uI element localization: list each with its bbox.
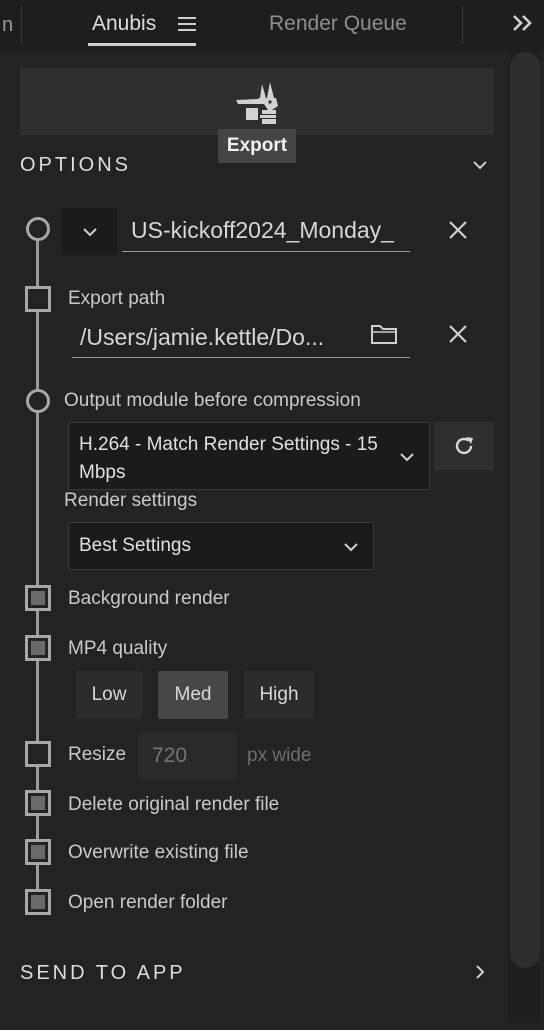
folder-icon[interactable] (370, 322, 398, 346)
chevron-down-icon (83, 228, 97, 237)
background-render-checkbox[interactable] (25, 585, 51, 611)
hamburger-menu-icon[interactable] (178, 16, 196, 32)
resize-checkbox[interactable] (25, 741, 51, 767)
resize-unit-label: px wide (247, 745, 312, 766)
tab-divider (21, 6, 22, 44)
open-render-folder-checkbox[interactable] (25, 889, 51, 915)
comp-name-node (26, 217, 50, 241)
tab-render-queue[interactable]: Render Queue (269, 12, 407, 36)
open-render-folder-label: Open render folder (68, 892, 228, 913)
render-settings-value: Best Settings (79, 535, 191, 556)
mp4-quality-checkbox[interactable] (25, 635, 51, 661)
export-path-label: Export path (68, 288, 166, 309)
tab-anubis[interactable]: Anubis (92, 12, 156, 36)
export-tooltip: Export (218, 129, 296, 163)
mp4-quality-label: MP4 quality (68, 638, 168, 659)
quality-low-button[interactable]: Low (76, 671, 142, 719)
send-to-app-section-title[interactable]: SEND TO APP (20, 962, 186, 985)
output-module-select[interactable]: H.264 - Match Render Settings - 15 Mbps (68, 422, 430, 490)
delete-original-checkbox[interactable] (25, 790, 51, 816)
chevron-down-icon[interactable] (472, 157, 488, 173)
resize-label: Resize (68, 744, 127, 765)
delete-original-label: Delete original render file (68, 794, 280, 815)
tab-previous-fragment[interactable]: n (2, 14, 13, 37)
output-module-label: Output module before compression (64, 390, 361, 411)
export-path-checkbox[interactable] (25, 286, 51, 312)
export-button[interactable] (20, 68, 494, 135)
tab-divider (462, 6, 463, 44)
options-section-title[interactable]: OPTIONS (20, 154, 131, 177)
output-module-value: H.264 - Match Render Settings - 15 Mbps (79, 434, 378, 483)
anubis-icon (236, 82, 278, 124)
overwrite-existing-label: Overwrite existing file (68, 842, 249, 863)
export-path-input[interactable]: /Users/jamie.kettle/Do... (72, 316, 410, 358)
scrollbar-thumb[interactable] (510, 52, 540, 968)
render-settings-select[interactable]: Best Settings (68, 522, 374, 570)
chevron-down-icon (400, 453, 414, 462)
overwrite-existing-checkbox[interactable] (25, 839, 51, 865)
comp-name-input[interactable] (122, 210, 410, 252)
close-icon[interactable] (446, 218, 470, 242)
close-icon[interactable] (446, 322, 470, 346)
quality-high-button[interactable]: High (244, 671, 314, 719)
refresh-output-modules-button[interactable] (434, 422, 494, 470)
refresh-icon (455, 437, 473, 455)
render-settings-label: Render settings (64, 490, 198, 511)
comp-name-dropdown[interactable] (62, 208, 117, 255)
chevron-down-icon (344, 543, 358, 552)
output-module-node (26, 389, 50, 413)
chevron-right-icon[interactable] (472, 964, 488, 980)
double-chevron-right-icon[interactable] (511, 12, 535, 34)
active-tab-indicator (88, 43, 196, 46)
quality-med-button[interactable]: Med (158, 671, 228, 719)
background-render-label: Background render (68, 588, 230, 609)
resize-width-input[interactable] (138, 733, 237, 779)
